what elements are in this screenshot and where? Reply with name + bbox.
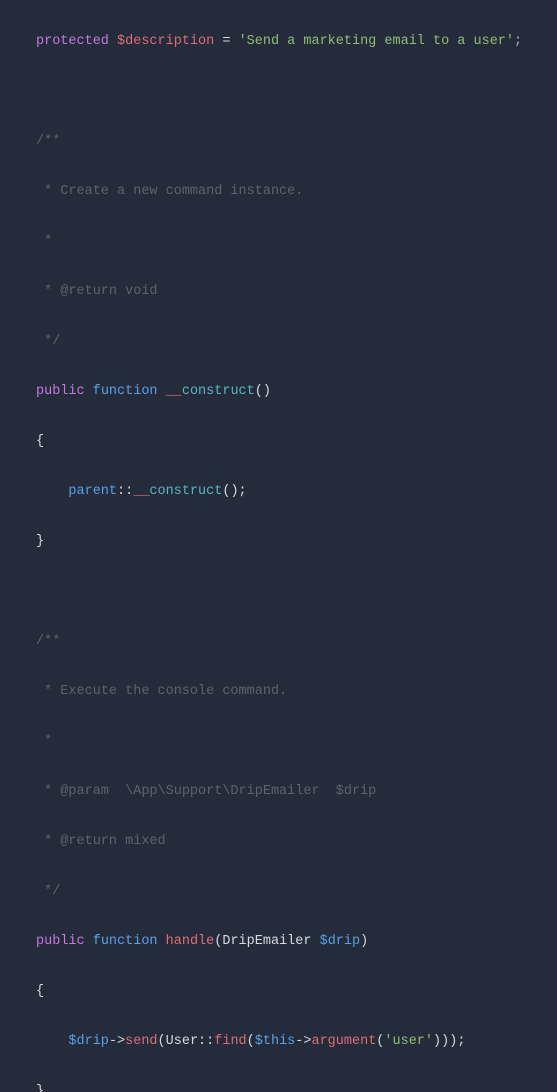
paren-open: ( [158,1034,166,1049]
string-user: 'user' [384,1034,433,1049]
class-user: User [166,1034,198,1049]
keyword-parent: parent [68,484,117,499]
code-line: protected $description = 'Send a marketi… [0,29,557,54]
brace-open: { [36,984,44,999]
keyword-protected: protected [36,34,109,49]
method-send: send [125,1034,157,1049]
docblock-text: * Execute the console command. [36,684,287,699]
comment-line: /** [0,129,557,154]
parens-close-semi: ))); [433,1034,465,1049]
brace-open: { [36,434,44,449]
arrow-op: -> [109,1034,125,1049]
type-dripemailer: DripEmailer [222,934,311,949]
docblock-open: /** [36,134,60,149]
code-line: public function __construct() [0,379,557,404]
param-drip: $drip [320,934,361,949]
docblock-text: * Create a new command instance. [36,184,303,199]
method-handle: handle [166,934,215,949]
code-block: protected $description = 'Send a marketi… [0,4,557,1092]
docblock-close: */ [36,334,60,349]
parens-semi: (); [222,484,246,499]
paren-open: ( [376,1034,384,1049]
variable-drip: $drip [68,1034,109,1049]
comment-line: */ [0,329,557,354]
comment-line: * @return mixed [0,829,557,854]
docblock-text: * [36,734,52,749]
method-argument: argument [311,1034,376,1049]
parens: () [255,384,271,399]
comment-line: * [0,229,557,254]
code-line: { [0,979,557,1004]
docblock-return: * @return mixed [36,834,166,849]
keyword-public: public [36,934,85,949]
keyword-public: public [36,384,85,399]
scope-resolution: :: [117,484,133,499]
comment-line: * [0,729,557,754]
docblock-param: * @param \App\Support\DripEmailer $drip [36,784,376,799]
comment-line: /** [0,629,557,654]
blank-line [0,79,557,104]
string-literal: 'Send a marketing email to a user' [239,34,514,49]
paren-close: ) [360,934,368,949]
code-line: $drip->send(User::find($this->argument('… [0,1029,557,1054]
brace-close: } [36,534,44,549]
code-line: } [0,1079,557,1092]
brace-close: } [36,1084,44,1092]
variable-this: $this [255,1034,296,1049]
underscore: __ [166,384,182,399]
comment-line: * Execute the console command. [0,679,557,704]
comment-line: * @return void [0,279,557,304]
method-construct: construct [182,384,255,399]
scope-resolution: :: [198,1034,214,1049]
docblock-return: * @return void [36,284,158,299]
method-construct-call: construct [149,484,222,499]
paren-open: ( [214,934,222,949]
comment-line: * Create a new command instance. [0,179,557,204]
keyword-function: function [93,934,158,949]
operator-equals: = [214,34,238,49]
blank-line [0,579,557,604]
keyword-function: function [93,384,158,399]
variable-description: $description [117,34,214,49]
underscore: __ [133,484,149,499]
comment-line: */ [0,879,557,904]
code-line: { [0,429,557,454]
method-find: find [214,1034,246,1049]
docblock-text: * [36,234,52,249]
code-line: public function handle(DripEmailer $drip… [0,929,557,954]
arrow-op: -> [295,1034,311,1049]
code-line: } [0,529,557,554]
semicolon: ; [514,34,522,49]
docblock-close: */ [36,884,60,899]
comment-line: * @param \App\Support\DripEmailer $drip [0,779,557,804]
code-line: parent::__construct(); [0,479,557,504]
paren-open: ( [247,1034,255,1049]
docblock-open: /** [36,634,60,649]
